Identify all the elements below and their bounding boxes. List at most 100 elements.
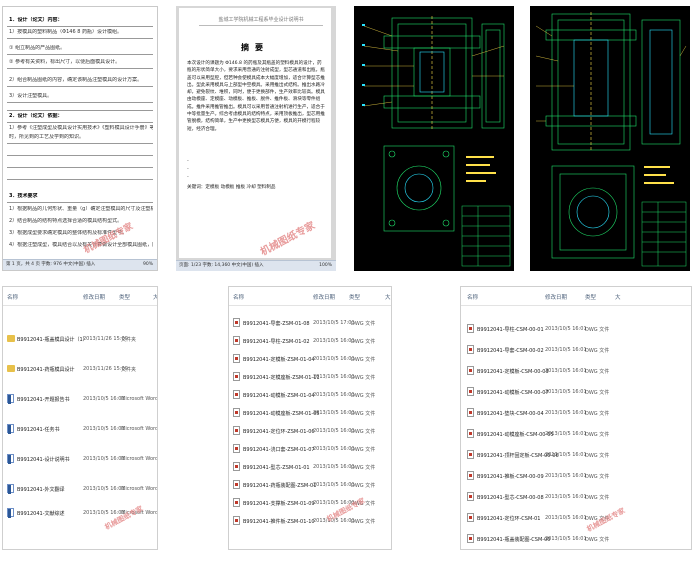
file-row[interactable]: B9912041-导柱-ZSM-01-02 2013/10/5 16:01 DWG … xyxy=(229,333,391,351)
file-name: B9912041-型芯-CSM-00-08 xyxy=(477,495,544,501)
file-date: 2013/10/5 16:01 xyxy=(313,392,355,398)
divider xyxy=(7,167,153,168)
column-header-date[interactable]: 修改日期 xyxy=(313,293,335,301)
column-header-name[interactable]: 名称 xyxy=(467,293,478,301)
divider xyxy=(7,38,153,39)
file-type: DWG 文件 xyxy=(585,453,610,459)
file-row[interactable]: B9912041-导套-CSM-00-02 2013/10/5 16:01 DWG … xyxy=(461,342,691,360)
divider xyxy=(7,86,153,87)
file-date: 2013/10/5 16:01 xyxy=(313,482,355,488)
empty-paragraph-mark: · xyxy=(187,158,189,165)
word-document-abstract: 盐城工学院机械工程系毕业设计说明书 摘要 本次设计的课题为 Φ146.8 的药瓶… xyxy=(176,6,336,271)
file-row[interactable]: B9912041-型芯-ZSM-01-01 2013/10/5 16:01 DWG … xyxy=(229,459,391,477)
word-document-icon xyxy=(7,508,14,518)
file-row[interactable]: B9912041-定模板-CSM-00-03 2013/10/5 16:01 DWG… xyxy=(461,363,691,381)
file-row[interactable]: B9912041-浇口套-ZSM-01-07 2013/10/5 16:01 DWG… xyxy=(229,441,391,459)
file-type: DWG 文件 xyxy=(585,369,610,375)
file-explorer-cap-mold-drawings: 名称 修改日期 类型 大 B9912041-导柱-CSM-00-01 2013/1… xyxy=(460,286,692,550)
file-name: B9912041-定位环-CSM-01 xyxy=(477,516,541,522)
doc-line: 2）组合制品图纸的内容，确定该制品注塑模具的设计方案。 xyxy=(9,77,143,83)
file-row[interactable]: B9912041-定位环-ZSM-01-06 2013/10/5 16:01 DWG… xyxy=(229,423,391,441)
dwg-file-icon xyxy=(233,372,240,381)
file-row[interactable]: B9912041-瓶盖装配图-CSM-00 2013/10/5 16:01 DWG … xyxy=(461,531,691,549)
watermark: 机械图纸专家 xyxy=(258,220,318,259)
file-date: 2013/10/5 16:01 xyxy=(545,515,587,521)
doc-line: 1）参考《注塑成型及模具设计实用技术》《塑料模具设计手册》等书，结合在工厂实习 xyxy=(9,125,153,131)
file-type: DWG 文件 xyxy=(585,474,610,480)
file-type: DWG 文件 xyxy=(351,519,376,525)
file-row[interactable]: B9912041-推板-CSM-00-09 2013/10/5 16:01 DWG … xyxy=(461,468,691,486)
dwg-file-icon xyxy=(233,426,240,435)
folder-icon xyxy=(7,365,15,372)
column-header-size[interactable]: 大 xyxy=(615,293,621,301)
file-type: DWG 文件 xyxy=(351,339,376,345)
file-type: Microsoft Word... xyxy=(121,486,158,492)
file-name: B9912041-导柱-ZSM-01-02 xyxy=(243,339,310,345)
file-name: B9912041-设计说明书 xyxy=(17,457,70,463)
column-header-type[interactable]: 类型 xyxy=(349,293,360,301)
file-name: B9912041-型芯-ZSM-01-01 xyxy=(243,465,310,471)
column-header-type[interactable]: 类型 xyxy=(119,293,130,301)
file-row[interactable]: B9912041-动模座板-CSM-00-05 2013/10/5 16:01 DW… xyxy=(461,426,691,444)
column-header-date[interactable]: 修改日期 xyxy=(545,293,567,301)
column-header-size[interactable]: 大 xyxy=(385,293,391,301)
file-name: B9912041-动模座板-CSM-00-05 xyxy=(477,432,554,438)
divider xyxy=(7,110,153,111)
word-document-icon xyxy=(7,394,14,404)
zoom-level[interactable]: 100% xyxy=(319,261,332,271)
file-name: B9912041-支撑板-ZSM-01-09 xyxy=(243,501,315,507)
zoom-level[interactable]: 90% xyxy=(143,260,153,270)
file-row[interactable]: B9912041-定模板-ZSM-01-04 2013/10/5 16:01 DWG… xyxy=(229,351,391,369)
file-row[interactable]: B9912041-动模板-ZSM-01-04 2013/10/5 16:01 DWG… xyxy=(229,387,391,405)
divider xyxy=(7,68,153,69)
status-text: 第 1 页，共 4 页 字数: 976 中文(中国) 插入 xyxy=(6,262,96,267)
doc-line: 3）设计注塑模具。 xyxy=(9,93,53,99)
page-header: 盐城工学院机械工程系毕业设计说明书 xyxy=(199,16,323,26)
file-row[interactable]: B9912041-外文翻译 2013/10/5 16:01 Microsoft … xyxy=(3,481,157,499)
column-header-date[interactable]: 修改日期 xyxy=(83,293,105,301)
file-date: 2013/10/5 16:01 xyxy=(545,494,587,500)
column-header-name[interactable]: 名称 xyxy=(233,293,244,301)
column-header-name[interactable]: 名称 xyxy=(7,293,18,301)
file-date: 2013/10/5 16:01 xyxy=(313,410,355,416)
file-row[interactable]: B9912041-动模座板-ZSM-01-05 2013/10/5 16:01 DW… xyxy=(229,405,391,423)
file-row[interactable]: B9912041-定模座板-ZSM-01-11 2013/10/5 16:01 DW… xyxy=(229,369,391,387)
divider xyxy=(7,179,153,180)
column-header-size[interactable]: 大 xyxy=(153,293,157,301)
file-row[interactable]: B9912041-垫块-CSM-00-04 2013/10/5 16:01 DWG … xyxy=(461,405,691,423)
file-row[interactable]: B9912041-药瓶装配图-ZSM-01 2013/10/5 16:01 DWG … xyxy=(229,477,391,495)
file-type: DWG 文件 xyxy=(351,429,376,435)
file-row[interactable]: B9912041-动模板-CSM-00-07 2013/10/5 16:01 DWG… xyxy=(461,384,691,402)
file-name: B9912041-导套-CSM-00-02 xyxy=(477,348,544,354)
column-header-type[interactable]: 类型 xyxy=(585,293,596,301)
file-row[interactable]: B9912041-设计说明书 2013/10/5 16:01 Microsoft… xyxy=(3,451,157,469)
file-row[interactable]: B9912041-导柱-CSM-00-01 2013/10/5 16:01 DWG … xyxy=(461,321,691,339)
dwg-file-icon xyxy=(233,444,240,453)
file-date: 2013/10/5 16:01 xyxy=(545,368,587,374)
file-row[interactable]: B9912041-药瓶模具设计 2013/11/26 15:00 文件夹 xyxy=(3,361,157,379)
file-row[interactable]: B9912041-瓶盖模具设计（1） 2013/11/26 15:00 文件夹 xyxy=(3,331,157,349)
file-type: DWG 文件 xyxy=(351,447,376,453)
document-page: 盐城工学院机械工程系毕业设计说明书 摘要 本次设计的课题为 Φ146.8 的药瓶… xyxy=(179,8,331,258)
empty-paragraph-mark: · xyxy=(187,174,189,181)
file-type: DWG 文件 xyxy=(351,393,376,399)
dwg-file-icon xyxy=(467,366,474,375)
column-header-row: 名称 修改日期 类型 大 xyxy=(461,287,691,306)
file-type: DWG 文件 xyxy=(585,327,610,333)
cad-drawing-assembly-2 xyxy=(530,6,690,271)
file-row[interactable]: B9912041-导套-ZSM-01-08 2013/10/5 17:01 DWG … xyxy=(229,315,391,333)
file-row[interactable]: B9912041-顶杆固定板-CSM-00-06 2013/10/5 16:01 D… xyxy=(461,447,691,465)
file-name: B9912041-瓶盖模具设计（1） xyxy=(17,337,88,343)
file-type: DWG 文件 xyxy=(585,537,610,543)
file-date: 2013/10/5 16:01 xyxy=(313,338,355,344)
doc-line: 1．设计（论文）内容： xyxy=(9,17,63,23)
file-row[interactable]: B9912041-开题报告书 2013/10/5 16:01 Microsoft… xyxy=(3,391,157,409)
cad-drawing-canvas xyxy=(535,12,687,267)
file-row[interactable]: B9912041-任务书 2013/10/5 16:01 Microsoft W… xyxy=(3,421,157,439)
file-row[interactable]: B9912041-推件板-ZSM-01-10 2013/10/5 16:01 DWG… xyxy=(229,513,391,531)
file-row[interactable]: B9912041-定位环-CSM-01 2013/10/5 16:01 DWG 文件 xyxy=(461,510,691,528)
file-type: Microsoft Word... xyxy=(121,456,158,462)
file-date: 2013/10/5 16:01 xyxy=(313,428,355,434)
dwg-file-icon xyxy=(467,534,474,543)
file-row[interactable]: B9912041-型芯-CSM-00-08 2013/10/5 16:01 DWG … xyxy=(461,489,691,507)
